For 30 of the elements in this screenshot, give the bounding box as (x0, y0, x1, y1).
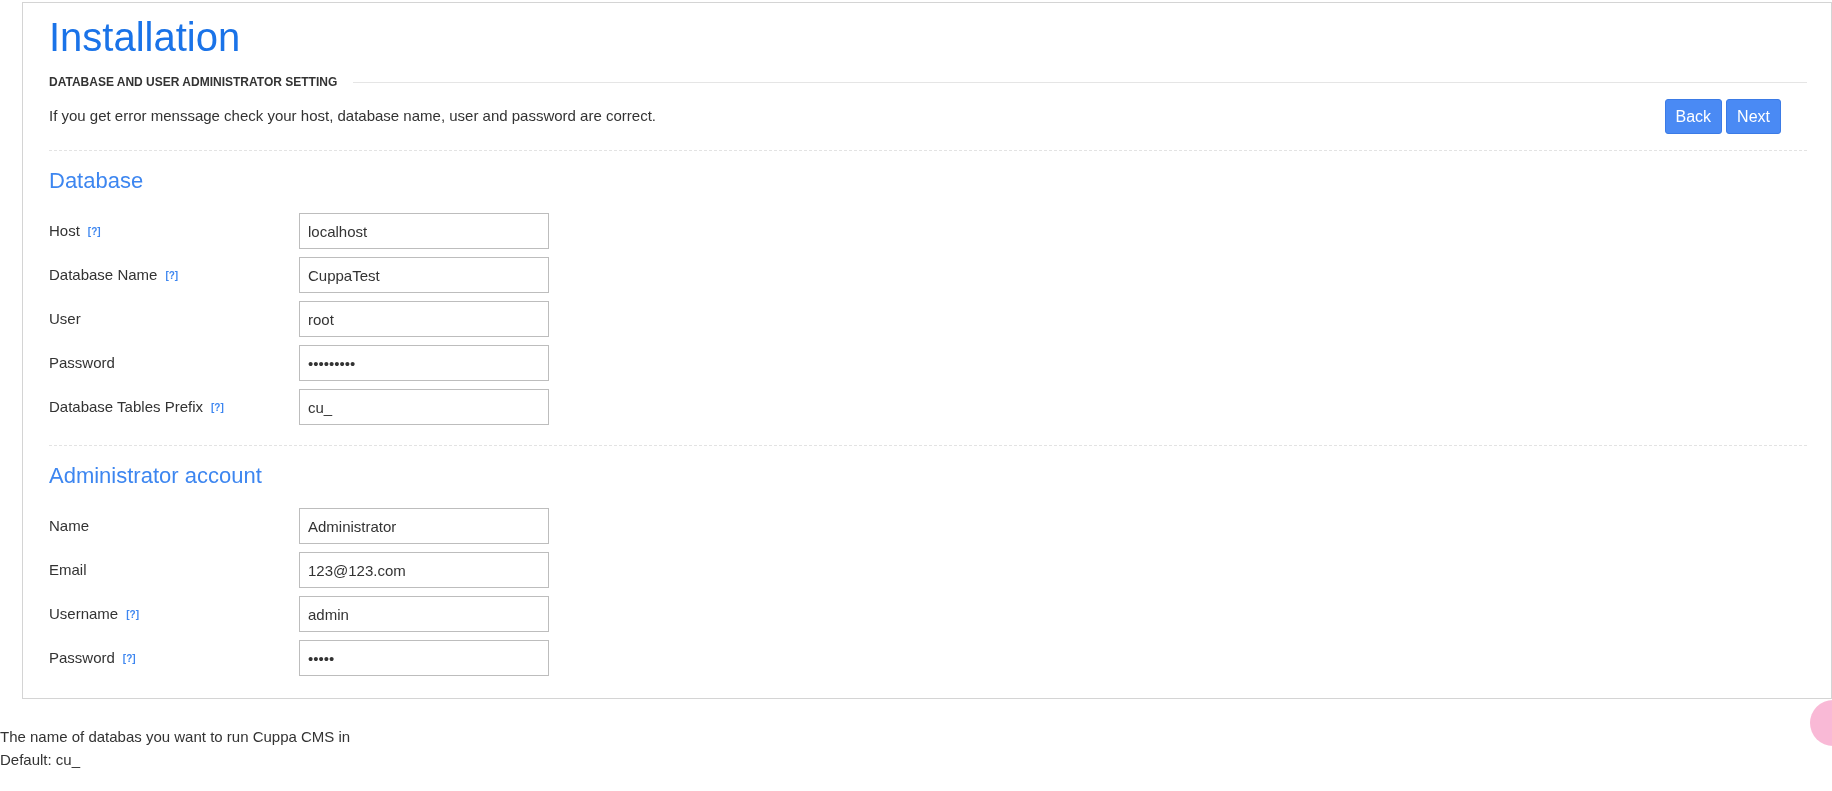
field-label: User (49, 308, 81, 329)
input-field[interactable]: localhost (299, 213, 549, 249)
input-field[interactable]: cu_ (299, 389, 549, 425)
field-label: Host (49, 220, 80, 241)
input-field[interactable]: ••••• (299, 640, 549, 676)
field-label: Password (49, 352, 115, 373)
page-title: Installation (49, 15, 242, 59)
help-link[interactable]: [?] (211, 399, 224, 415)
help-link[interactable]: [?] (122, 650, 136, 666)
group-title: Database (49, 167, 145, 195)
help-link[interactable]: [?] (165, 267, 179, 283)
field-label: Name (49, 515, 89, 536)
field-label: Email (49, 559, 87, 580)
field-label: Password (49, 647, 115, 668)
tooltip-text: Default: cu_ (0, 750, 82, 770)
group-title: Administrator account (49, 462, 263, 490)
help-link[interactable]: [?] (87, 223, 101, 239)
input-field[interactable]: ••••••••• (299, 345, 549, 381)
field-label: Username (49, 603, 119, 624)
info-message: If you get error menssage check your host, database name, user and password are correct. (49, 106, 656, 127)
input-field[interactable]: Administrator (299, 508, 549, 544)
input-field[interactable]: 123@123.com (299, 552, 549, 588)
tooltip-text: The name of databas you want to run Cuppa CMS in (0, 727, 351, 747)
input-field[interactable]: root (299, 301, 549, 337)
section-header: DATABASE AND USER ADMINISTRATOR SETTING (49, 74, 338, 91)
input-field[interactable]: CuppaTest (299, 257, 549, 293)
field-label: Database Tables Prefix (49, 396, 203, 417)
field-label: Database Name (49, 264, 158, 285)
help-link[interactable]: [?] (126, 606, 139, 622)
input-field[interactable]: admin (299, 596, 549, 632)
